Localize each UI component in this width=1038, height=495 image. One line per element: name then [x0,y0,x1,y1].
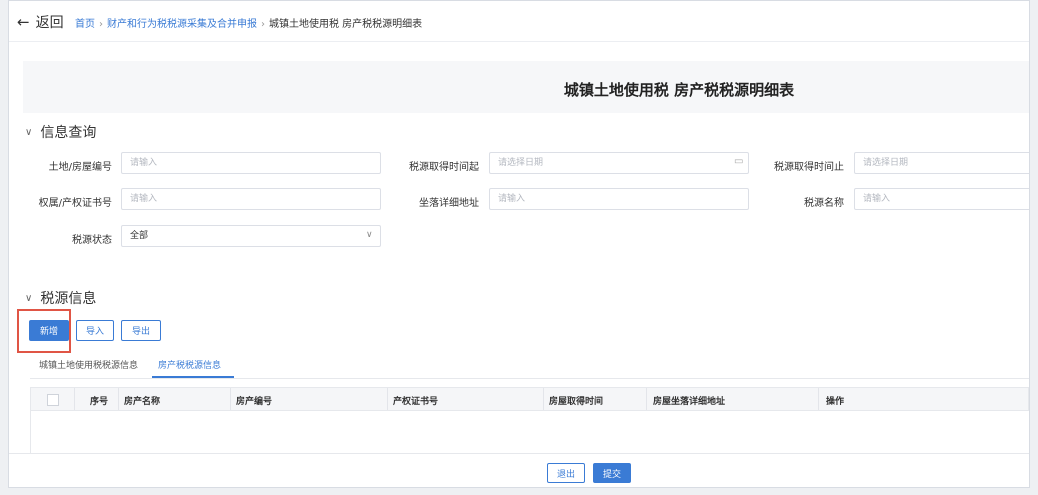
back-label: 返回 [35,15,64,31]
column-divider [118,388,119,410]
chevron-down-icon: ∨ [25,127,33,138]
column-header-acquire-time: 房屋取得时间 [549,397,604,407]
status-label: 税源状态 [72,235,112,246]
breadcrumb-tax-collection[interactable]: 财产和行为税税源采集及合并申报 [107,19,257,30]
column-header-property-name: 房产名称 [124,397,161,407]
back-arrow-icon: ← [17,13,30,31]
add-button-highlight [17,309,71,353]
cert-no-label: 权属/产权证书号 [38,198,112,209]
calendar-icon[interactable]: ▭ [734,156,743,167]
tab-property-tax-source[interactable]: 房产税税源信息 [158,358,221,371]
breadcrumb-separator-icon: › [99,19,103,30]
source-section-toggle[interactable]: ∨ 税源信息 [25,288,96,308]
top-bar: ← 返回 首页 › 财产和行为税税源采集及合并申报 › 城镇土地使用税 房产税税源明细表 [9,1,1029,42]
column-divider [543,388,544,410]
column-header-index: 序号 [90,397,109,407]
acquire-start-label: 税源取得时间起 [409,162,479,173]
exit-button[interactable]: 退出 [547,463,585,483]
status-select-value: 全部 [130,231,149,241]
footer-bar: 退出 提交 [9,453,1029,487]
cert-no-input[interactable] [121,188,381,210]
query-section-toggle[interactable]: ∨ 信息查询 [25,122,96,142]
table-body [30,411,1029,453]
breadcrumb: 首页 › 财产和行为税税源采集及合并申报 › 城镇土地使用税 房产税税源明细表 [75,15,422,30]
tab-land-use-tax-source[interactable]: 城镇土地使用税税源信息 [39,358,138,371]
export-button[interactable]: 导出 [121,320,161,341]
breadcrumb-separator-icon: › [261,19,265,30]
source-name-input[interactable] [854,188,1029,210]
query-section-title: 信息查询 [40,125,97,141]
column-header-address: 房屋坐落详细地址 [653,397,726,407]
acquire-end-label: 税源取得时间止 [774,162,844,173]
column-divider [74,388,75,410]
select-all-checkbox[interactable] [47,394,59,406]
breadcrumb-current: 城镇土地使用税 房产税税源明细表 [269,19,423,30]
acquire-end-date-input[interactable] [854,152,1029,174]
column-header-cert-no: 产权证书号 [393,397,439,407]
column-header-property-no: 房产编号 [236,397,273,407]
page-title: 城镇土地使用税 房产税税源明细表 [563,81,795,99]
acquire-start-date-input[interactable] [489,152,749,174]
column-divider [646,388,647,410]
address-input[interactable] [489,188,749,210]
app-frame: ← 返回 首页 › 财产和行为税税源采集及合并申报 › 城镇土地使用税 房产税税源明细表 … [8,0,1030,488]
address-label: 坐落详细地址 [419,198,479,209]
column-divider [818,388,819,410]
active-tab-indicator [152,376,234,378]
chevron-down-icon: ∨ [25,293,33,304]
column-header-actions: 操作 [826,397,845,407]
breadcrumb-home[interactable]: 首页 [75,19,95,30]
source-name-label: 税源名称 [804,198,844,209]
back-button[interactable]: ← 返回 [17,12,64,32]
submit-button[interactable]: 提交 [593,463,631,483]
land-no-input[interactable] [121,152,381,174]
land-no-label: 土地/房屋编号 [48,162,112,173]
column-divider [230,388,231,410]
table-header: 序号 房产名称 房产编号 产权证书号 房屋取得时间 房屋坐落详细地址 操作 [30,387,1029,411]
status-select[interactable]: 全部 [121,225,381,247]
chevron-down-icon: ∨ [366,230,373,240]
import-button[interactable]: 导入 [76,320,114,341]
column-divider [387,388,388,410]
tab-divider [30,378,1029,379]
source-section-title: 税源信息 [40,291,97,307]
